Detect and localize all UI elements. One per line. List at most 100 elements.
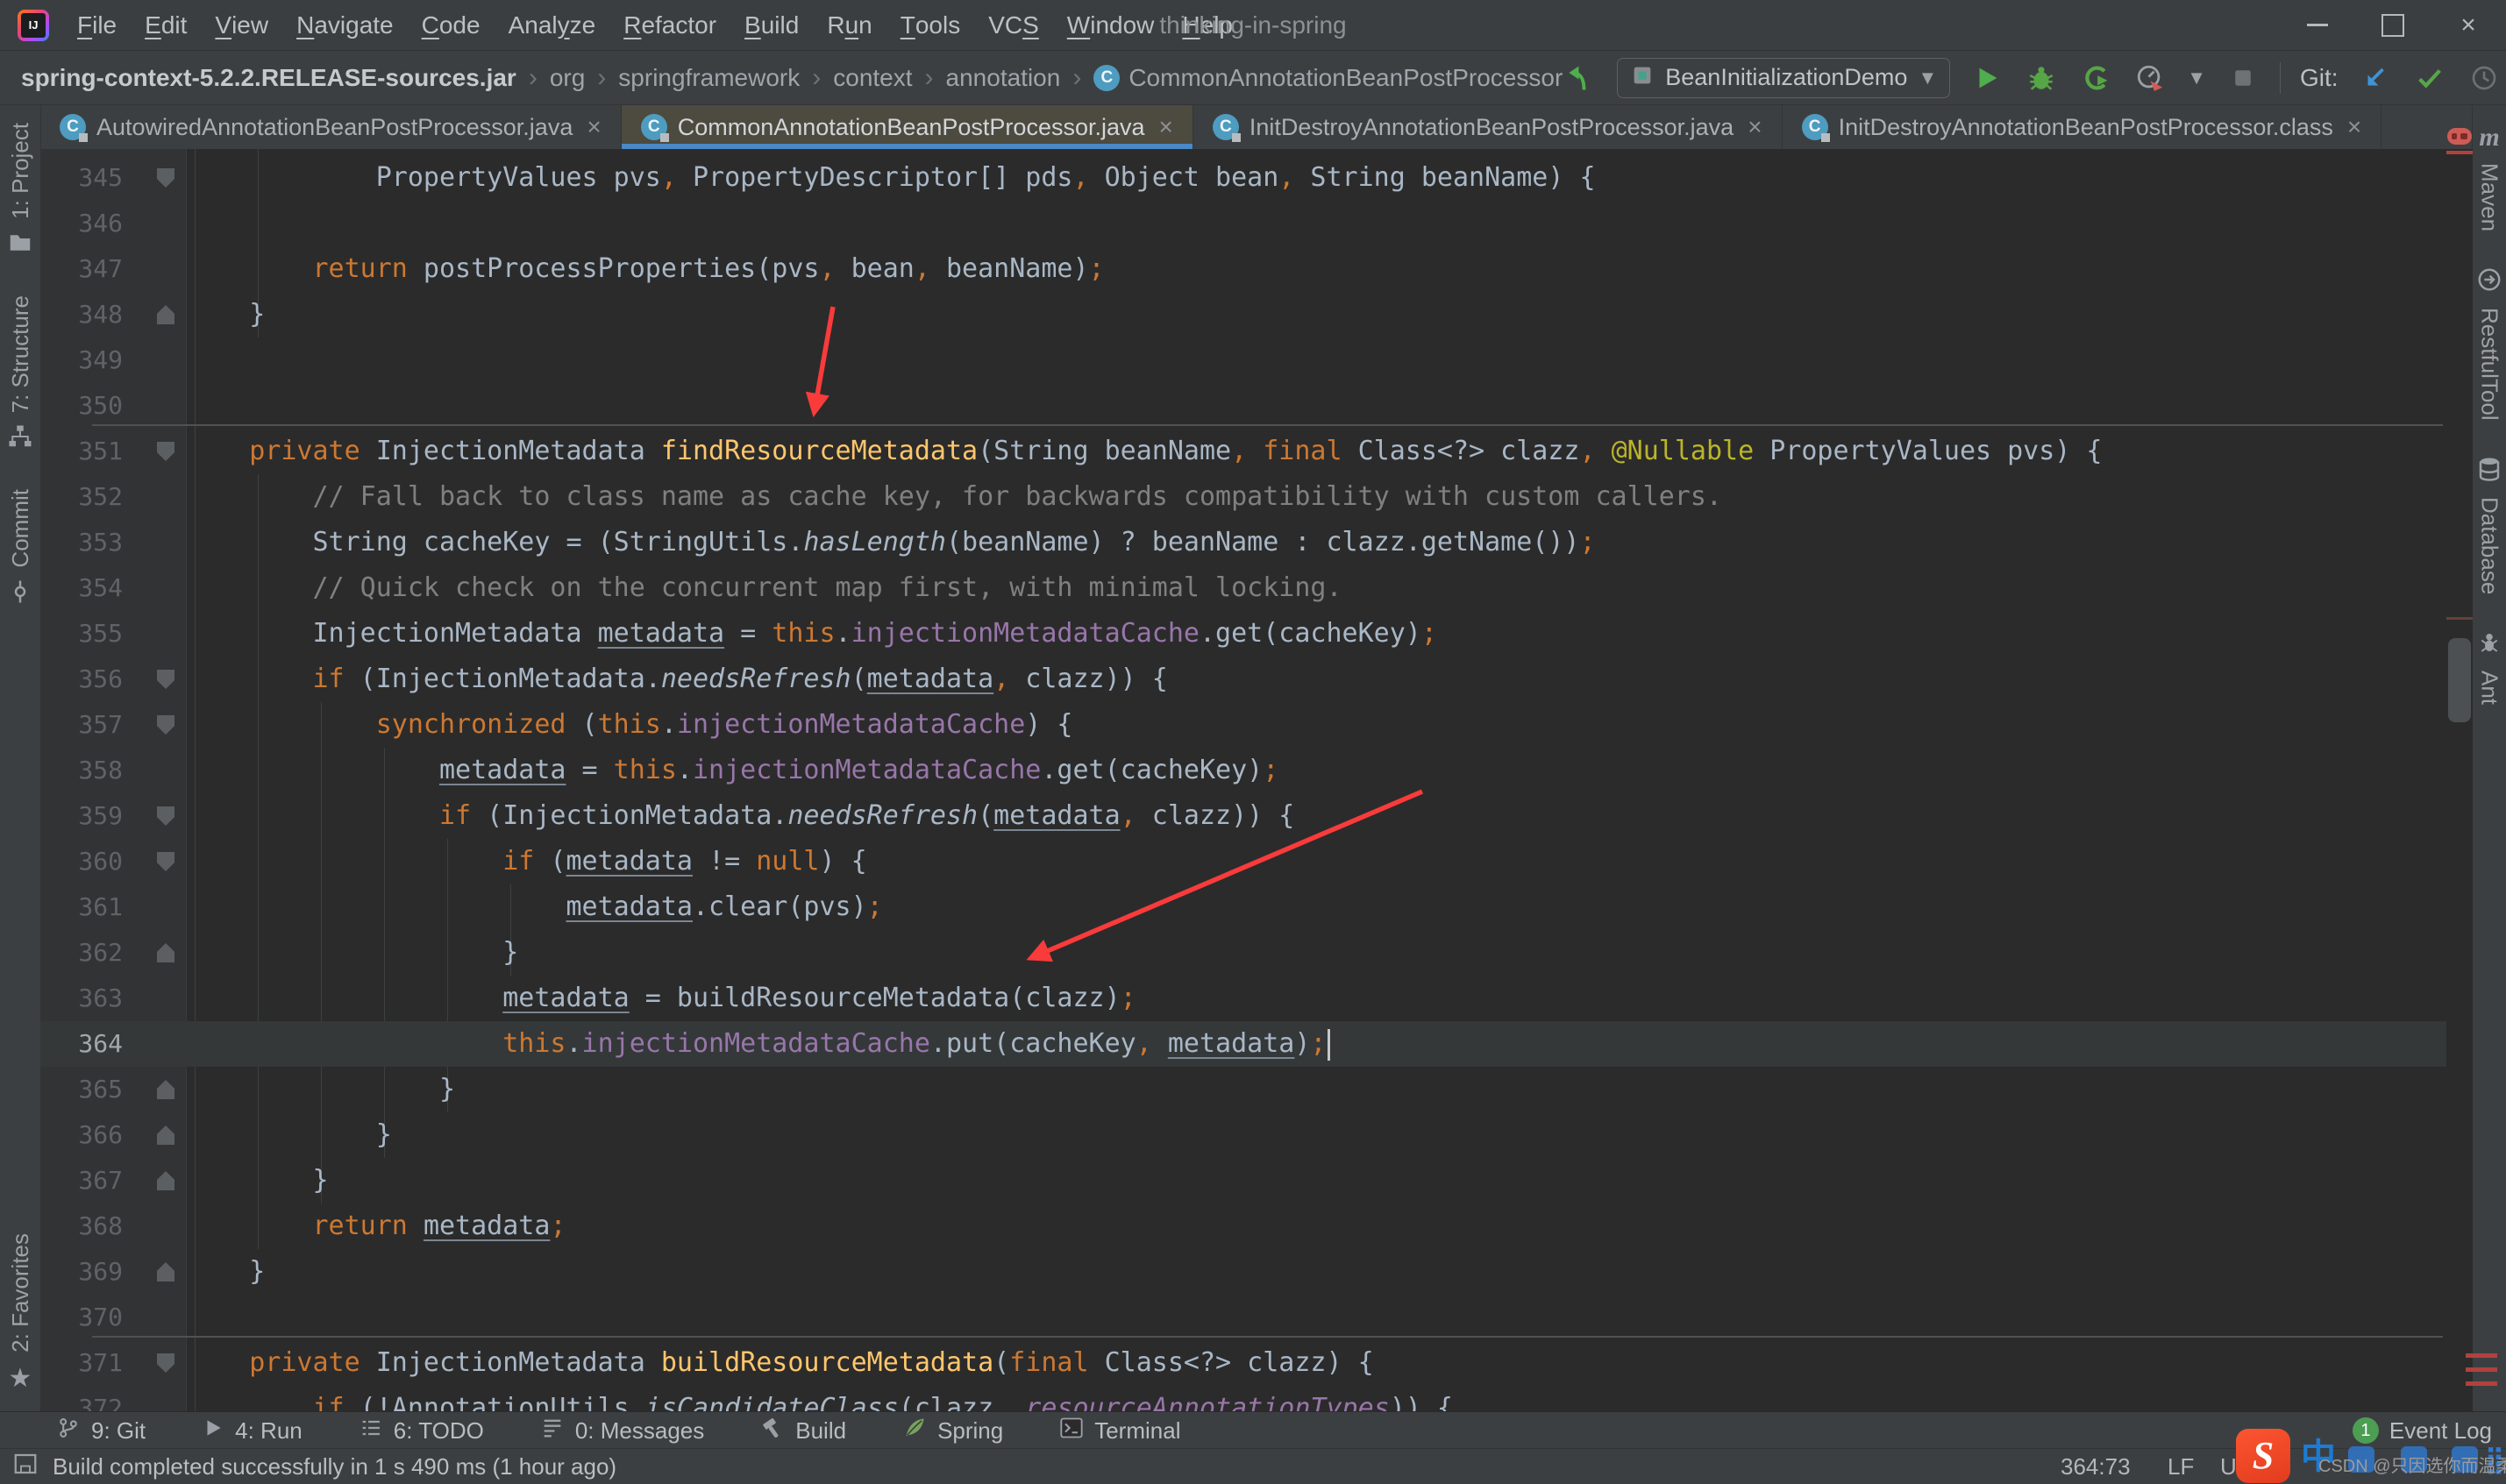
coverage-icon[interactable] xyxy=(2078,60,2113,96)
fold-gutter[interactable] xyxy=(146,1249,186,1295)
fold-gutter[interactable] xyxy=(146,474,186,520)
fold-gutter[interactable] xyxy=(146,337,186,383)
fold-gutter[interactable] xyxy=(146,884,186,930)
fold-gutter[interactable] xyxy=(146,976,186,1021)
fold-close-icon[interactable] xyxy=(157,1171,174,1190)
toolwindow-button-4-run[interactable]: 4: Run xyxy=(202,1417,303,1445)
menu-item-navigate[interactable]: Navigate xyxy=(282,0,408,50)
sidebar-item-restfultool[interactable]: RestfulTool xyxy=(2476,249,2503,438)
fold-gutter[interactable] xyxy=(146,1295,186,1340)
code-text[interactable] xyxy=(186,201,2446,246)
fold-open-icon[interactable] xyxy=(157,852,174,871)
fold-gutter[interactable] xyxy=(146,565,186,611)
code-text[interactable]: if (!AnnotationUtils.isCandidateClass(cl… xyxy=(186,1386,2446,1411)
fold-gutter[interactable] xyxy=(146,1204,186,1249)
editor-tab[interactable]: CInitDestroyAnnotationBeanPostProcessor.… xyxy=(1783,105,2382,149)
breadcrumb-item[interactable]: annotation xyxy=(946,64,1061,92)
menu-item-view[interactable]: View xyxy=(201,0,282,50)
editor-tab[interactable]: CAutowiredAnnotationBeanPostProcessor.ja… xyxy=(40,105,622,149)
fold-gutter[interactable] xyxy=(146,383,186,429)
profiler-chevron-icon[interactable]: ▼ xyxy=(2187,67,2206,89)
code-text[interactable]: private InjectionMetadata buildResourceM… xyxy=(186,1340,2446,1386)
fold-gutter[interactable] xyxy=(146,611,186,657)
breadcrumb-item[interactable]: org xyxy=(550,64,585,92)
back-arrow-icon[interactable] xyxy=(1563,60,1598,96)
code-text[interactable]: return postProcessProperties(pvs, bean, … xyxy=(186,246,2446,292)
code-text[interactable]: // Fall back to class name as cache key,… xyxy=(186,474,2446,520)
menu-item-file[interactable]: File xyxy=(63,0,131,50)
fold-gutter[interactable] xyxy=(146,1386,186,1411)
editor-tab[interactable]: CCommonAnnotationBeanPostProcessor.java× xyxy=(622,105,1193,149)
close-icon[interactable]: × xyxy=(1748,113,1762,141)
fold-gutter[interactable] xyxy=(146,839,186,884)
menu-item-vcs[interactable]: VCS xyxy=(974,0,1053,50)
fold-open-icon[interactable] xyxy=(157,442,174,461)
breadcrumb-item[interactable]: context xyxy=(833,64,912,92)
debug-icon[interactable] xyxy=(2024,60,2059,96)
toolwindow-button-build[interactable]: Build xyxy=(760,1416,846,1446)
code-editor[interactable]: 345 PropertyValues pvs, PropertyDescript… xyxy=(40,149,2446,1411)
fold-gutter[interactable] xyxy=(146,201,186,246)
code-text[interactable]: if (InjectionMetadata.needsRefresh(metad… xyxy=(186,793,2446,839)
code-text[interactable]: this.injectionMetadataCache.put(cacheKey… xyxy=(186,1021,2446,1067)
sidebar-item-commit[interactable]: Commit xyxy=(7,472,34,627)
fold-gutter[interactable] xyxy=(146,246,186,292)
caret-position[interactable]: 364:73 xyxy=(2061,1449,2131,1484)
sidebar-item-7-structure[interactable]: 7: Structure xyxy=(7,278,34,472)
menu-item-window[interactable]: Window xyxy=(1053,0,1169,50)
code-text[interactable]: synchronized (this.injectionMetadataCach… xyxy=(186,702,2446,748)
code-text[interactable]: metadata = buildResourceMetadata(clazz); xyxy=(186,976,2446,1021)
fold-gutter[interactable] xyxy=(146,155,186,201)
git-update-icon[interactable] xyxy=(2358,60,2393,96)
code-text[interactable]: String cacheKey = (StringUtils.hasLength… xyxy=(186,520,2446,565)
code-text[interactable]: metadata.clear(pvs); xyxy=(186,884,2446,930)
menu-item-tools[interactable]: Tools xyxy=(886,0,974,50)
code-text[interactable]: if (InjectionMetadata.needsRefresh(metad… xyxy=(186,657,2446,702)
menu-item-build[interactable]: Build xyxy=(730,0,813,50)
code-text[interactable]: private InjectionMetadata findResourceMe… xyxy=(186,429,2446,474)
fold-gutter[interactable] xyxy=(146,748,186,793)
inspections-error-widget[interactable] xyxy=(2447,128,2472,145)
fold-gutter[interactable] xyxy=(146,1021,186,1067)
menu-item-run[interactable]: Run xyxy=(813,0,886,50)
fold-gutter[interactable] xyxy=(146,292,186,337)
fold-close-icon[interactable] xyxy=(157,1080,174,1099)
code-text[interactable]: } xyxy=(186,292,2446,337)
git-commit-icon[interactable] xyxy=(2412,60,2447,96)
code-text[interactable] xyxy=(186,337,2446,383)
fold-open-icon[interactable] xyxy=(157,715,174,735)
close-icon[interactable]: × xyxy=(1159,113,1173,141)
editor-tab[interactable]: CInitDestroyAnnotationBeanPostProcessor.… xyxy=(1193,105,1783,149)
fold-gutter[interactable] xyxy=(146,1340,186,1386)
profiler-icon[interactable] xyxy=(2132,60,2168,96)
menu-item-refactor[interactable]: Refactor xyxy=(609,0,730,50)
code-text[interactable]: InjectionMetadata metadata = this.inject… xyxy=(186,611,2446,657)
fold-close-icon[interactable] xyxy=(157,1125,174,1145)
code-text[interactable] xyxy=(186,383,2446,429)
fold-open-icon[interactable] xyxy=(157,168,174,188)
code-text[interactable] xyxy=(186,1295,2446,1340)
fold-close-icon[interactable] xyxy=(157,305,174,324)
breadcrumb-item[interactable]: springframework xyxy=(618,64,800,92)
fold-close-icon[interactable] xyxy=(157,1262,174,1282)
run-icon[interactable] xyxy=(1969,60,2004,96)
code-text[interactable]: } xyxy=(186,1249,2446,1295)
fold-gutter[interactable] xyxy=(146,429,186,474)
code-text[interactable]: PropertyValues pvs, PropertyDescriptor[]… xyxy=(186,155,2446,201)
sidebar-item-database[interactable]: Database xyxy=(2476,438,2503,612)
close-icon[interactable]: × xyxy=(2347,113,2361,141)
code-text[interactable]: // Quick check on the concurrent map fir… xyxy=(186,565,2446,611)
scrollbar-thumb[interactable] xyxy=(2448,638,2471,722)
menu-item-code[interactable]: Code xyxy=(408,0,495,50)
fold-gutter[interactable] xyxy=(146,930,186,976)
fold-gutter[interactable] xyxy=(146,793,186,839)
toolwindow-button-spring[interactable]: Spring xyxy=(902,1416,1003,1446)
minimize-button[interactable] xyxy=(2280,0,2355,50)
fold-gutter[interactable] xyxy=(146,1112,186,1158)
toolwindow-button-0-messages[interactable]: 0: Messages xyxy=(540,1416,704,1446)
breadcrumb-item[interactable]: CCommonAnnotationBeanPostProcessor xyxy=(1093,64,1563,92)
line-ending-indicator[interactable]: LF xyxy=(2168,1449,2194,1484)
sidebar-item-ant[interactable]: Ant xyxy=(2476,612,2503,722)
fold-gutter[interactable] xyxy=(146,1158,186,1204)
fold-gutter[interactable] xyxy=(146,520,186,565)
